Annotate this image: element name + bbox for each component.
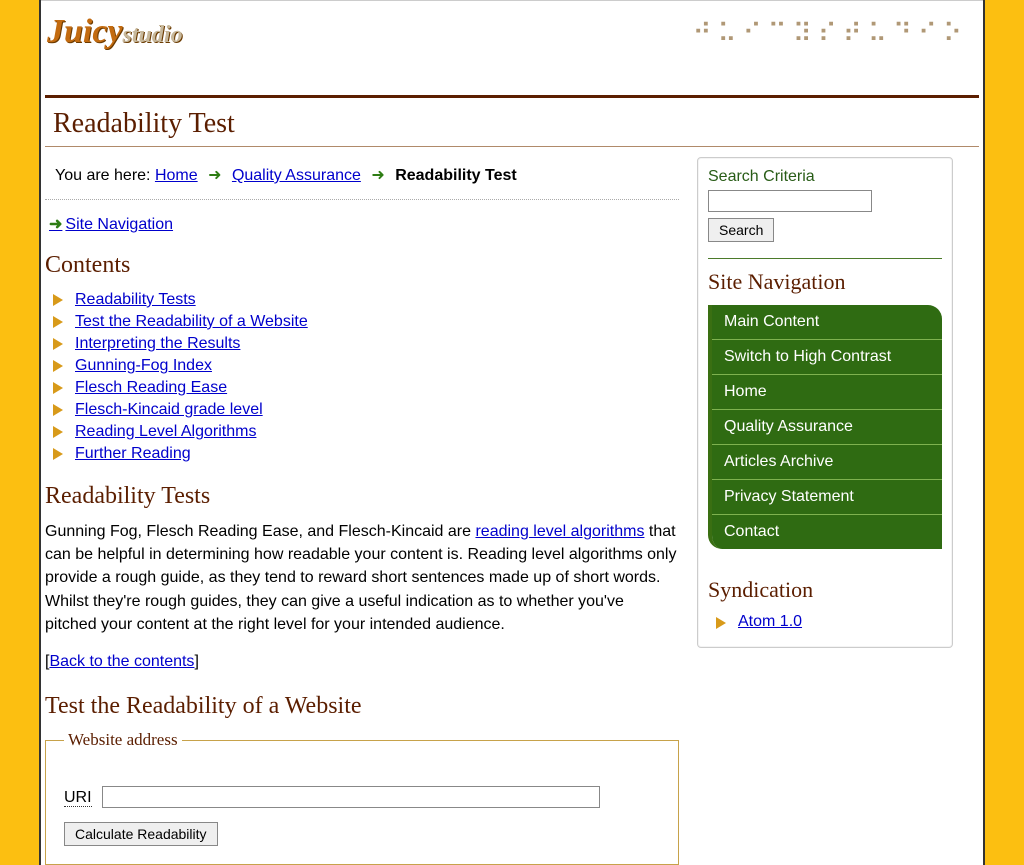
uri-input[interactable] (102, 786, 600, 808)
search-button[interactable]: Search (708, 218, 774, 242)
breadcrumb-current: Readability Test (395, 167, 517, 184)
nav-high-contrast[interactable]: Switch to High Contrast (712, 340, 942, 375)
nav-articles-archive[interactable]: Articles Archive (712, 445, 942, 480)
search-form: Search Criteria Search (708, 168, 942, 242)
contents-link[interactable]: Reading Level Algorithms (75, 423, 256, 440)
atom-link[interactable]: Atom 1.0 (738, 613, 802, 630)
site-nav-list: Main Content Switch to High Contrast Hom… (708, 305, 942, 549)
contents-link[interactable]: Flesch-Kincaid grade level (75, 401, 263, 418)
contents-link[interactable]: Flesch Reading Ease (75, 379, 227, 396)
skip-site-nav-link[interactable]: ➜Site Navigation (49, 214, 679, 234)
section-heading-test: Test the Readability of a Website (45, 693, 679, 720)
contents-heading: Contents (45, 252, 679, 279)
fieldset-legend: Website address (64, 730, 182, 750)
syndication-block: Syndication Atom 1.0 (708, 577, 942, 631)
sidebar-rule (708, 258, 942, 259)
search-label: Search Criteria (708, 168, 942, 186)
contents-link[interactable]: Readability Tests (75, 291, 196, 308)
contents-link[interactable]: Gunning-Fog Index (75, 357, 212, 374)
uri-label: URI (64, 789, 92, 807)
reading-level-algorithms-link[interactable]: reading level algorithms (475, 523, 644, 540)
search-input[interactable] (708, 190, 872, 212)
arrow-icon: ➜ (202, 167, 227, 184)
nav-contact[interactable]: Contact (712, 515, 942, 549)
skip-link-label: Site Navigation (65, 216, 173, 233)
breadcrumb-home[interactable]: Home (155, 167, 198, 184)
main-content: You are here: Home ➜ Quality Assurance ➜… (45, 157, 689, 865)
logo[interactable]: Juicystudio (47, 13, 183, 51)
logo-sub: studio (123, 22, 183, 48)
website-address-fieldset: Website address URI Calculate Readabilit… (45, 730, 679, 865)
nav-privacy[interactable]: Privacy Statement (712, 480, 942, 515)
breadcrumb-qa[interactable]: Quality Assurance (232, 167, 361, 184)
calculate-readability-button[interactable]: Calculate Readability (64, 822, 218, 846)
contents-link[interactable]: Test the Readability of a Website (75, 313, 308, 330)
back-to-contents-link[interactable]: Back to the contents (49, 653, 194, 670)
sidebar: Search Criteria Search Site Navigation M… (697, 157, 953, 648)
para-pre: Gunning Fog, Flesch Reading Ease, and Fl… (45, 523, 475, 540)
nav-home[interactable]: Home (712, 375, 942, 410)
page-title: Readability Test (45, 98, 979, 147)
contents-link[interactable]: Further Reading (75, 445, 191, 462)
syndication-heading: Syndication (708, 577, 942, 603)
braille-decoration: ⠚⠥⠊⠉⠽⠎⠞⠥⠙⠊⠕ (693, 19, 968, 50)
section-heading-readability: Readability Tests (45, 483, 679, 510)
breadcrumb-prefix: You are here: (55, 167, 155, 184)
header: Juicystudio ⠚⠥⠊⠉⠽⠎⠞⠥⠙⠊⠕ (41, 0, 983, 95)
arrow-icon: ➜ (49, 216, 62, 233)
arrow-icon: ➜ (365, 167, 390, 184)
nav-quality-assurance[interactable]: Quality Assurance (712, 410, 942, 445)
back-to-contents: [Back to the contents] (45, 650, 679, 673)
readability-paragraph: Gunning Fog, Flesch Reading Ease, and Fl… (45, 520, 679, 636)
logo-main: Juicy (47, 13, 123, 50)
site-nav-heading: Site Navigation (708, 269, 942, 295)
nav-main-content[interactable]: Main Content (712, 305, 942, 340)
contents-list: Readability Tests Test the Readability o… (53, 289, 679, 465)
breadcrumb: You are here: Home ➜ Quality Assurance ➜… (45, 157, 679, 200)
contents-link[interactable]: Interpreting the Results (75, 335, 240, 352)
